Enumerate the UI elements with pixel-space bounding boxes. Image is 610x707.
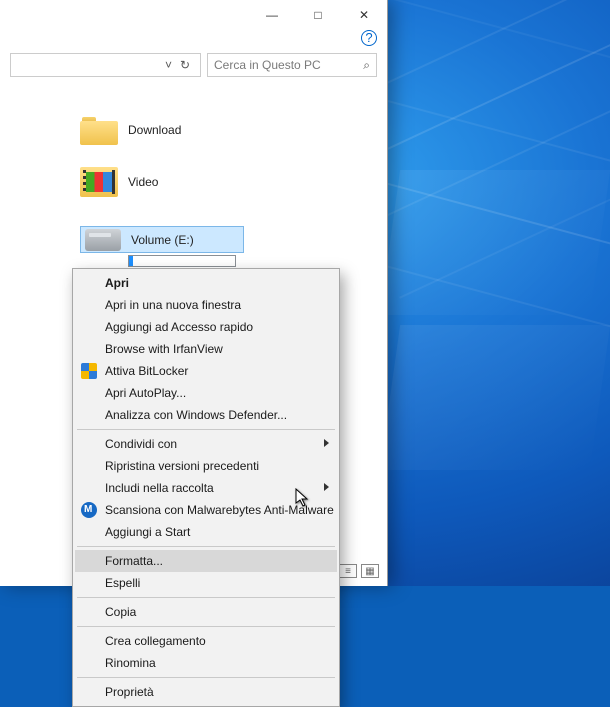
video-folder-icon bbox=[80, 167, 118, 197]
shield-icon bbox=[81, 363, 97, 379]
submenu-arrow-icon bbox=[324, 483, 329, 491]
menu-item-label: Apri in una nuova finestra bbox=[105, 298, 315, 312]
menu-item-aggiungi-ad-accesso-rapido[interactable]: Aggiungi ad Accesso rapido bbox=[75, 316, 337, 338]
menu-item-label: Rinomina bbox=[105, 656, 315, 670]
menu-item-label: Apri AutoPlay... bbox=[105, 386, 315, 400]
menu-item-label: Ripristina versioni precedenti bbox=[105, 459, 315, 473]
menu-separator bbox=[77, 677, 335, 678]
drive-icon bbox=[85, 229, 121, 251]
menu-item-rinomina[interactable]: Rinomina bbox=[75, 652, 337, 674]
drive-item-volume-e[interactable]: Volume (E:) bbox=[80, 226, 244, 267]
menu-item-label: Attiva BitLocker bbox=[105, 364, 315, 378]
menu-item-formatta[interactable]: Formatta... bbox=[75, 550, 337, 572]
menu-item-label: Proprietà bbox=[105, 685, 315, 699]
folder-label: Video bbox=[128, 175, 158, 189]
menu-separator bbox=[77, 597, 335, 598]
menu-item-label: Formatta... bbox=[105, 554, 315, 568]
menu-item-label: Crea collegamento bbox=[105, 634, 315, 648]
menu-item-label: Espelli bbox=[105, 576, 315, 590]
menu-item-apri[interactable]: Apri bbox=[75, 272, 337, 294]
menu-separator bbox=[77, 546, 335, 547]
minimize-button[interactable]: — bbox=[249, 0, 295, 30]
menu-item-label: Copia bbox=[105, 605, 315, 619]
help-icon[interactable]: ? bbox=[361, 30, 377, 46]
menu-item-crea-collegamento[interactable]: Crea collegamento bbox=[75, 630, 337, 652]
menu-separator bbox=[77, 626, 335, 627]
menu-item-analizza-con-windows-defender[interactable]: Analizza con Windows Defender... bbox=[75, 404, 337, 426]
menu-item-apri-autoplay[interactable]: Apri AutoPlay... bbox=[75, 382, 337, 404]
drive-label: Volume (E:) bbox=[131, 233, 194, 247]
menu-item-label: Aggiungi ad Accesso rapido bbox=[105, 320, 315, 334]
menu-item-label: Condividi con bbox=[105, 437, 315, 451]
menu-item-propriet[interactable]: Proprietà bbox=[75, 681, 337, 703]
menu-item-attiva-bitlocker[interactable]: Attiva BitLocker bbox=[75, 360, 337, 382]
maximize-button[interactable]: □ bbox=[295, 0, 341, 30]
tiles-view-icon[interactable]: ▦ bbox=[361, 564, 379, 578]
address-bar[interactable]: ˅ ↻ bbox=[10, 53, 201, 77]
menu-item-copia[interactable]: Copia bbox=[75, 601, 337, 623]
menu-item-espelli[interactable]: Espelli bbox=[75, 572, 337, 594]
refresh-icon[interactable]: ↻ bbox=[174, 58, 196, 72]
menu-item-condividi-con[interactable]: Condividi con bbox=[75, 433, 337, 455]
menu-item-label: Apri bbox=[105, 276, 315, 290]
menu-item-ripristina-versioni-precedenti[interactable]: Ripristina versioni precedenti bbox=[75, 455, 337, 477]
menu-item-label: Includi nella raccolta bbox=[105, 481, 315, 495]
drive-usage-bar bbox=[128, 255, 236, 267]
folder-icon bbox=[80, 115, 118, 145]
folder-label: Download bbox=[128, 123, 181, 137]
menu-item-label: Analizza con Windows Defender... bbox=[105, 408, 315, 422]
folder-item-video[interactable]: Video bbox=[0, 156, 387, 208]
menu-separator bbox=[77, 429, 335, 430]
search-input[interactable]: Cerca in Questo PC ⌕ bbox=[207, 53, 377, 77]
menu-item-label: Browse with IrfanView bbox=[105, 342, 315, 356]
window-titlebar: — □ ✕ bbox=[0, 0, 387, 30]
address-bar-row: ˅ ↻ Cerca in Questo PC ⌕ bbox=[0, 50, 387, 80]
details-view-icon[interactable]: ≡ bbox=[339, 564, 357, 578]
menu-item-browse-with-irfanview[interactable]: Browse with IrfanView bbox=[75, 338, 337, 360]
chevron-down-icon: ˅ bbox=[165, 58, 172, 72]
mouse-cursor-icon bbox=[295, 488, 311, 511]
malwarebytes-icon bbox=[81, 502, 97, 518]
menu-item-aggiungi-a-start[interactable]: Aggiungi a Start bbox=[75, 521, 337, 543]
search-placeholder: Cerca in Questo PC bbox=[214, 58, 363, 72]
close-button[interactable]: ✕ bbox=[341, 0, 387, 30]
search-icon: ⌕ bbox=[363, 58, 370, 73]
menu-item-apri-in-una-nuova-finestra[interactable]: Apri in una nuova finestra bbox=[75, 294, 337, 316]
view-mode-icons[interactable]: ≡ ▦ bbox=[339, 564, 379, 578]
menu-item-label: Aggiungi a Start bbox=[105, 525, 315, 539]
folder-item-download[interactable]: Download bbox=[0, 104, 387, 156]
submenu-arrow-icon bbox=[324, 439, 329, 447]
